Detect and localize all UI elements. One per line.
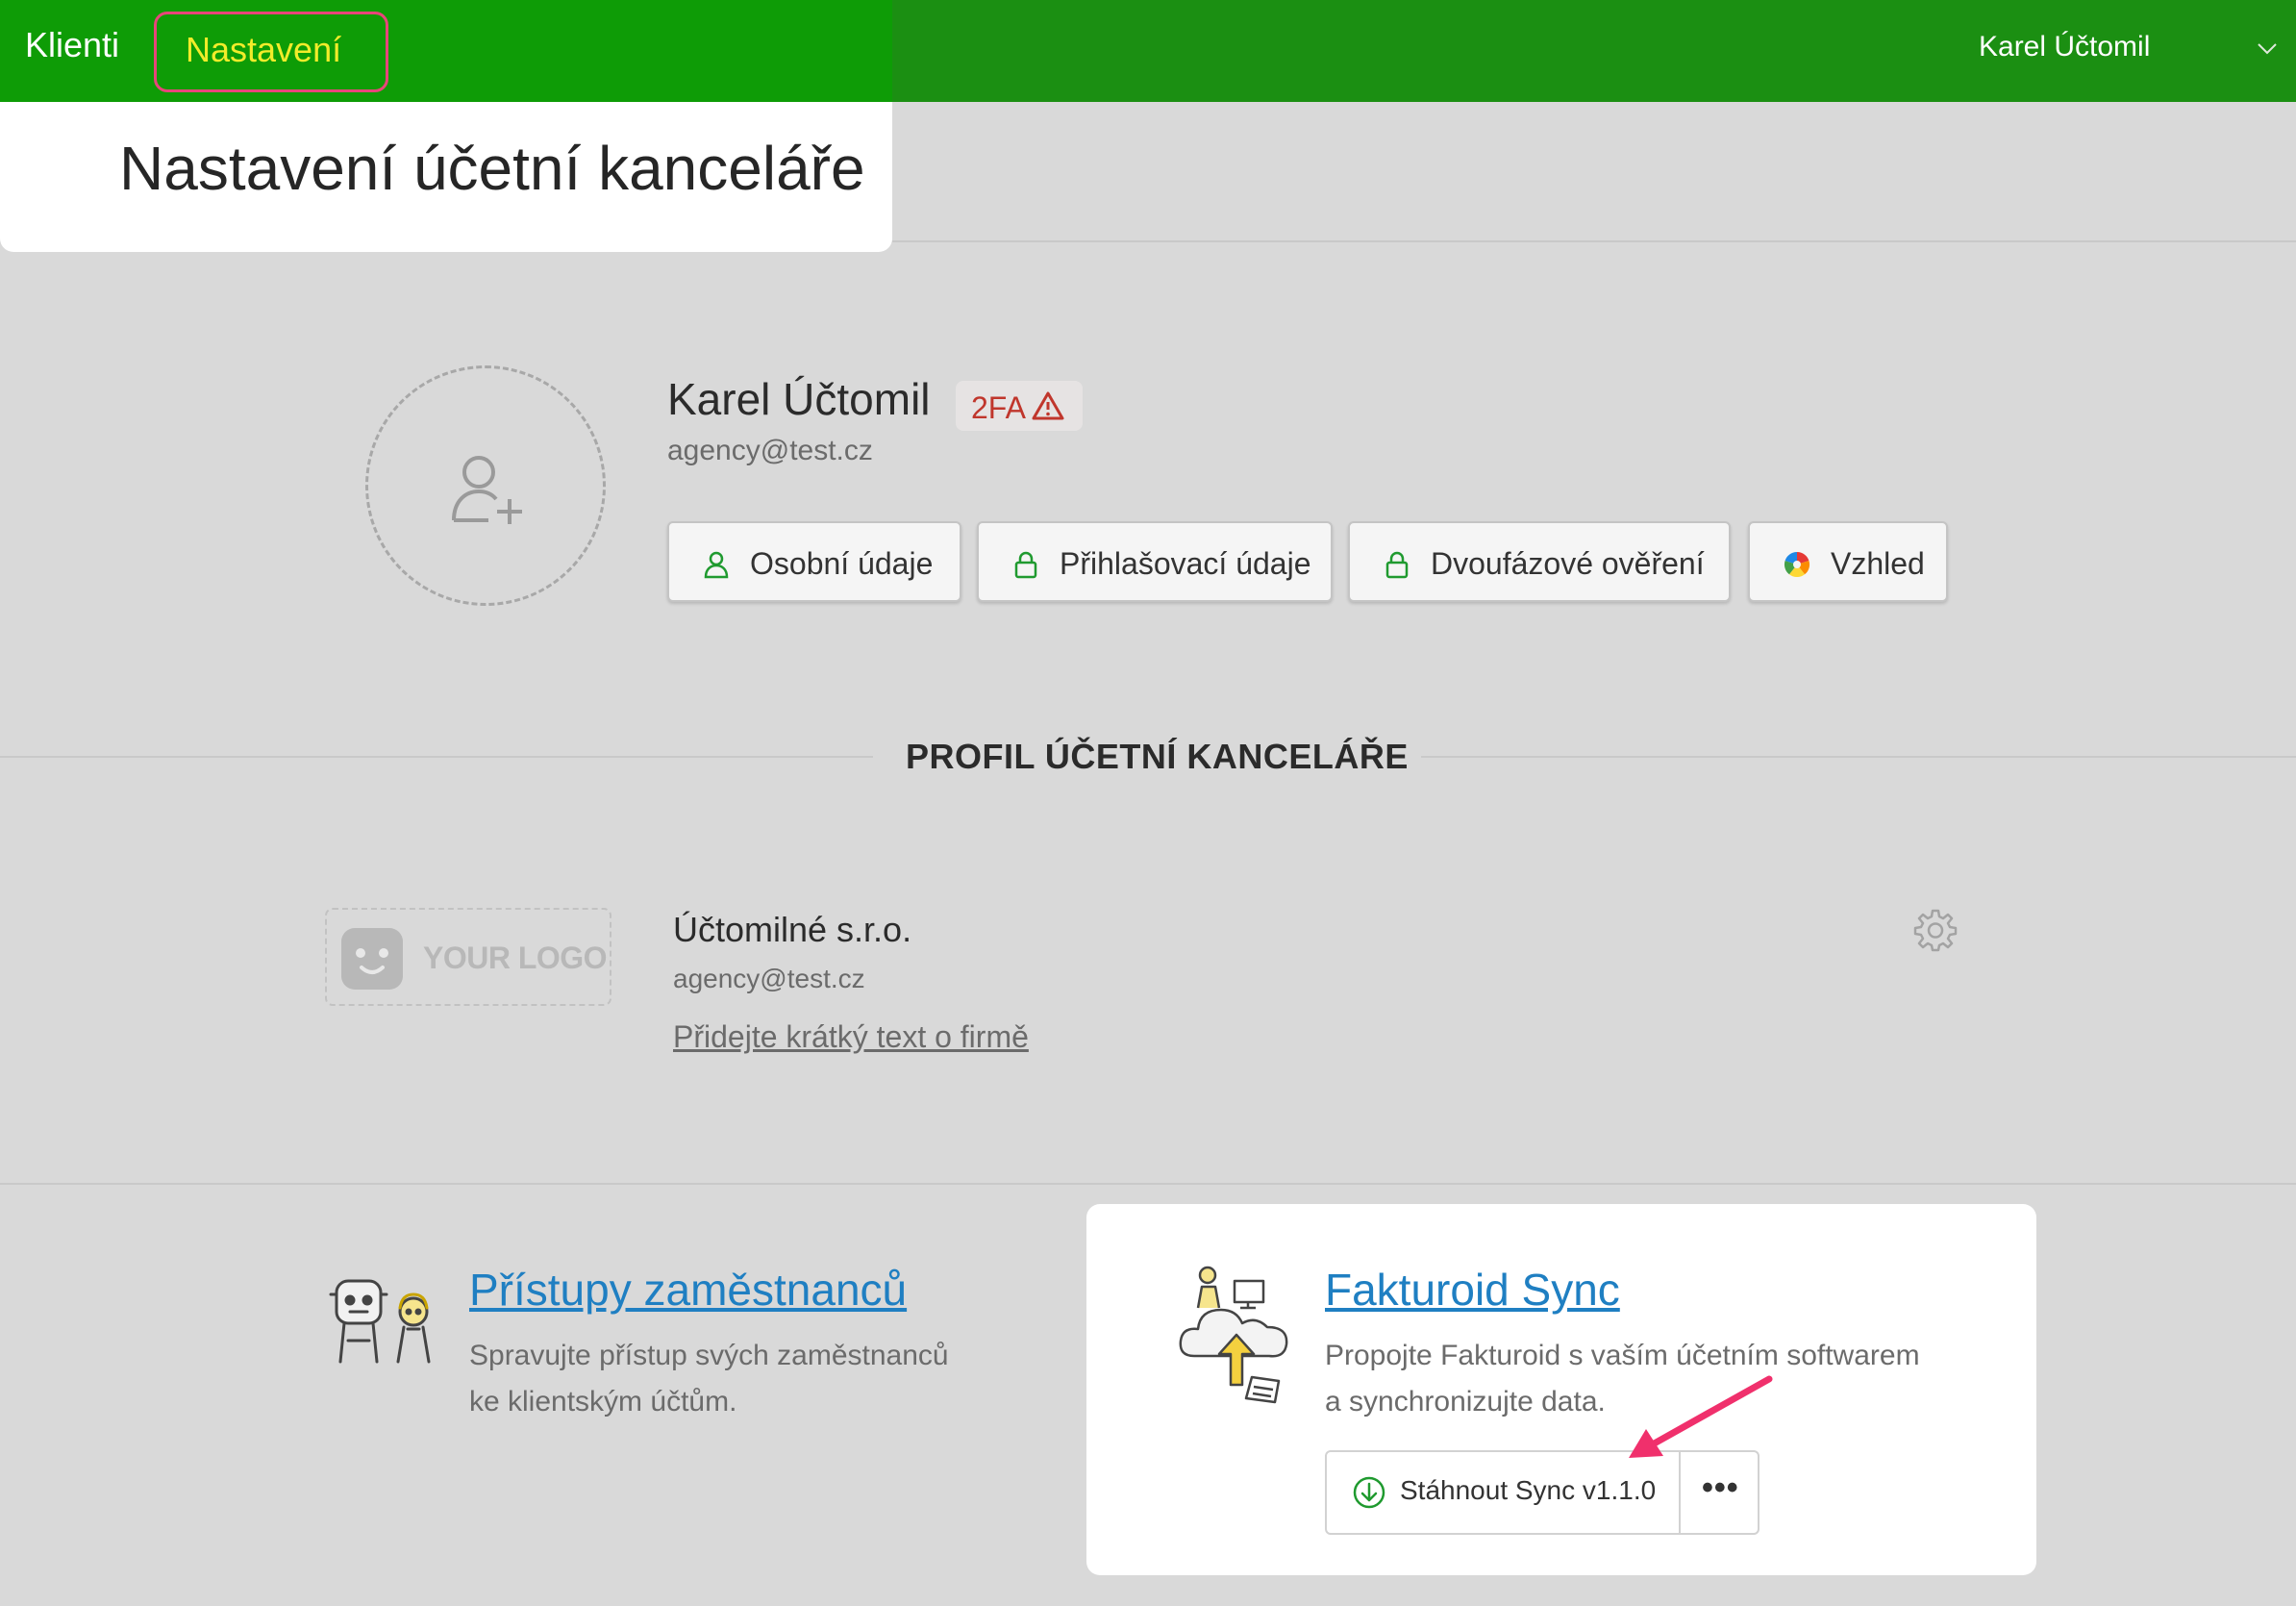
- two-factor-label: Dvoufázové ověření: [1431, 546, 1705, 581]
- fakturoid-sync-link[interactable]: Fakturoid Sync: [1325, 1264, 1620, 1316]
- color-wheel-icon: [1784, 551, 1810, 578]
- nav-clients-link[interactable]: Klienti: [25, 25, 119, 65]
- twofa-badge: 2FA: [956, 381, 1083, 431]
- personal-info-label: Osobní údaje: [750, 546, 934, 581]
- lock-icon: [1014, 551, 1037, 579]
- two-factor-button[interactable]: Dvoufázové ověření: [1348, 521, 1731, 602]
- company-about-link[interactable]: Přidejte krátký text o firmě: [673, 1019, 1029, 1055]
- warning-icon: [1032, 391, 1064, 420]
- employees-icon: [329, 1279, 431, 1364]
- logo-placeholder-text: YOUR LOGO: [423, 941, 608, 975]
- company-email: agency@test.cz: [673, 964, 865, 993]
- company-divider: [0, 1183, 2296, 1185]
- download-sync-button[interactable]: Stáhnout Sync v1.1.0: [1327, 1452, 1679, 1533]
- pointer-arrow-icon: [1629, 1375, 1773, 1458]
- nav-settings-link[interactable]: Nastavení: [154, 12, 388, 92]
- more-options-button[interactable]: •••: [1681, 1452, 1759, 1533]
- add-user-icon: [452, 456, 522, 524]
- appearance-label: Vzhled: [1831, 546, 1925, 581]
- personal-info-button[interactable]: Osobní údaje: [667, 521, 961, 602]
- chevron-down-icon[interactable]: [2256, 37, 2279, 60]
- section-title: PROFIL ÚČETNÍ KANCELÁŘE: [906, 737, 1409, 776]
- more-icon: •••: [1702, 1469, 1739, 1506]
- company-name: Účtomilné s.r.o.: [673, 910, 912, 949]
- profile-email: agency@test.cz: [667, 435, 873, 466]
- logo-upload[interactable]: YOUR LOGO: [325, 908, 611, 1006]
- login-info-button[interactable]: Přihlašovací údaje: [977, 521, 1333, 602]
- user-icon: [704, 551, 729, 579]
- download-button-group: Stáhnout Sync v1.1.0 •••: [1325, 1450, 1759, 1535]
- user-menu[interactable]: Karel Účtomil: [1979, 31, 2150, 63]
- download-sync-label: Stáhnout Sync v1.1.0: [1400, 1475, 1657, 1505]
- appearance-button[interactable]: Vzhled: [1748, 521, 1948, 602]
- login-info-label: Přihlašovací údaje: [1060, 546, 1311, 581]
- section-divider-right: [1421, 756, 2296, 758]
- section-divider-left: [0, 756, 873, 758]
- top-navigation-left: [0, 0, 892, 102]
- employees-access-link[interactable]: Přístupy zaměstnanců: [469, 1264, 907, 1316]
- logo-placeholder-icon: [341, 928, 403, 990]
- header-divider: [892, 240, 2296, 242]
- lock-icon: [1385, 551, 1409, 579]
- employees-description: Spravujte přístup svých zaměstnanců ke k…: [469, 1340, 949, 1418]
- download-icon: [1353, 1476, 1385, 1509]
- nav-settings-label: Nastavení: [186, 30, 342, 69]
- gear-icon[interactable]: [1913, 908, 1958, 952]
- avatar-upload[interactable]: [365, 365, 606, 606]
- profile-name: Karel Účtomil: [667, 374, 931, 424]
- cloud-sync-icon: [1179, 1266, 1288, 1404]
- page-title: Nastavení účetní kanceláře: [119, 134, 865, 203]
- twofa-badge-label: 2FA: [971, 390, 1026, 425]
